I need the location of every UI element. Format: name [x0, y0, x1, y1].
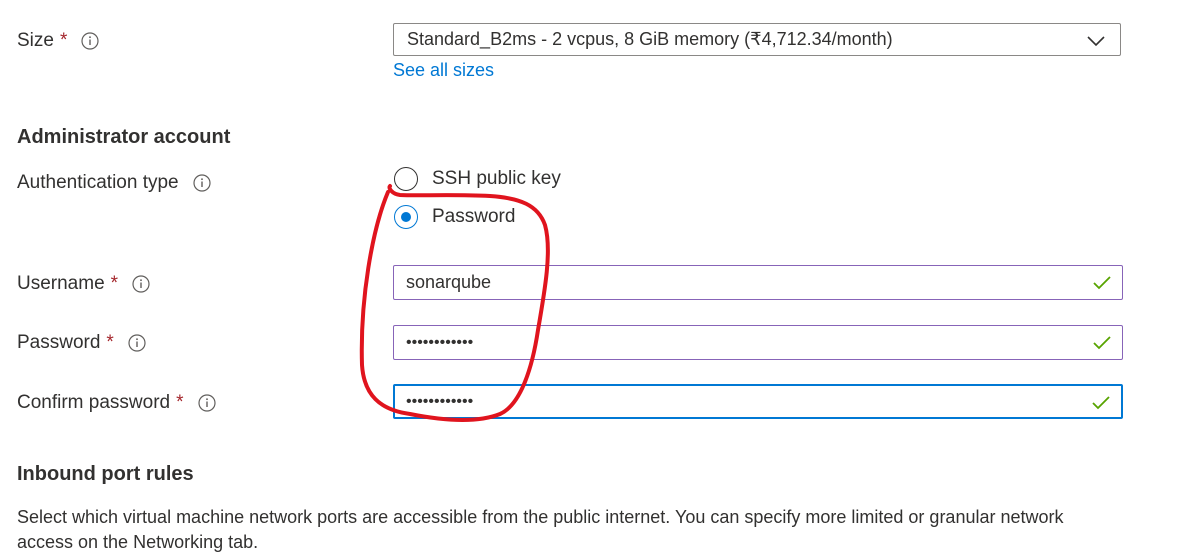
chevron-down-icon[interactable] [1086, 32, 1106, 53]
info-icon[interactable] [193, 174, 211, 192]
checkmark-icon [1092, 274, 1112, 297]
info-icon[interactable] [128, 334, 146, 352]
inbound-port-rules-heading: Inbound port rules [17, 463, 194, 485]
confirm-password-label: Confirm password [17, 392, 171, 413]
password-input[interactable]: •••••••••••• [393, 325, 1123, 360]
inbound-port-rules-description: Select which virtual machine network por… [17, 507, 1064, 552]
username-label: Username [17, 273, 105, 294]
auth-type-label-row: Authentication type [17, 172, 211, 194]
required-indicator: * [59, 30, 68, 51]
vm-create-form: Size * Standard_B2ms - 2 vcpus, 8 GiB me… [0, 0, 1204, 559]
radio-password[interactable]: Password [394, 205, 515, 229]
username-label-row: Username * [17, 273, 150, 295]
size-label-row: Size * [17, 30, 99, 52]
username-input[interactable]: sonarqube [393, 265, 1123, 300]
confirm-password-value: •••••••••••• [406, 392, 474, 410]
confirm-password-input[interactable]: •••••••••••• [393, 384, 1123, 419]
radio-password-label: Password [432, 206, 516, 227]
password-label: Password [17, 332, 101, 353]
checkmark-icon [1092, 334, 1112, 357]
checkmark-icon [1091, 394, 1111, 417]
password-label-row: Password * [17, 332, 146, 354]
required-indicator: * [176, 392, 184, 413]
required-indicator: * [106, 332, 114, 353]
username-value: sonarqube [406, 272, 492, 292]
password-value: •••••••••••• [406, 333, 474, 351]
info-icon[interactable] [132, 275, 150, 293]
see-all-sizes-link[interactable]: See all sizes [393, 60, 494, 81]
size-label: Size [17, 30, 54, 51]
radio-ssh-label: SSH public key [432, 168, 561, 189]
required-indicator: * [110, 273, 119, 294]
radio-button[interactable] [394, 167, 418, 191]
administrator-account-heading: Administrator account [17, 126, 231, 148]
info-icon[interactable] [197, 394, 216, 412]
size-dropdown[interactable]: Standard_B2ms - 2 vcpus, 8 GiB memory (₹… [393, 23, 1121, 56]
info-icon[interactable] [81, 32, 99, 50]
confirm-password-label-row: Confirm password * [17, 392, 216, 414]
size-dropdown-value: Standard_B2ms - 2 vcpus, 8 GiB memory (₹… [407, 29, 893, 49]
radio-button-selected[interactable] [394, 205, 418, 229]
radio-ssh-public-key[interactable]: SSH public key [394, 167, 561, 191]
auth-type-label: Authentication type [17, 172, 179, 193]
